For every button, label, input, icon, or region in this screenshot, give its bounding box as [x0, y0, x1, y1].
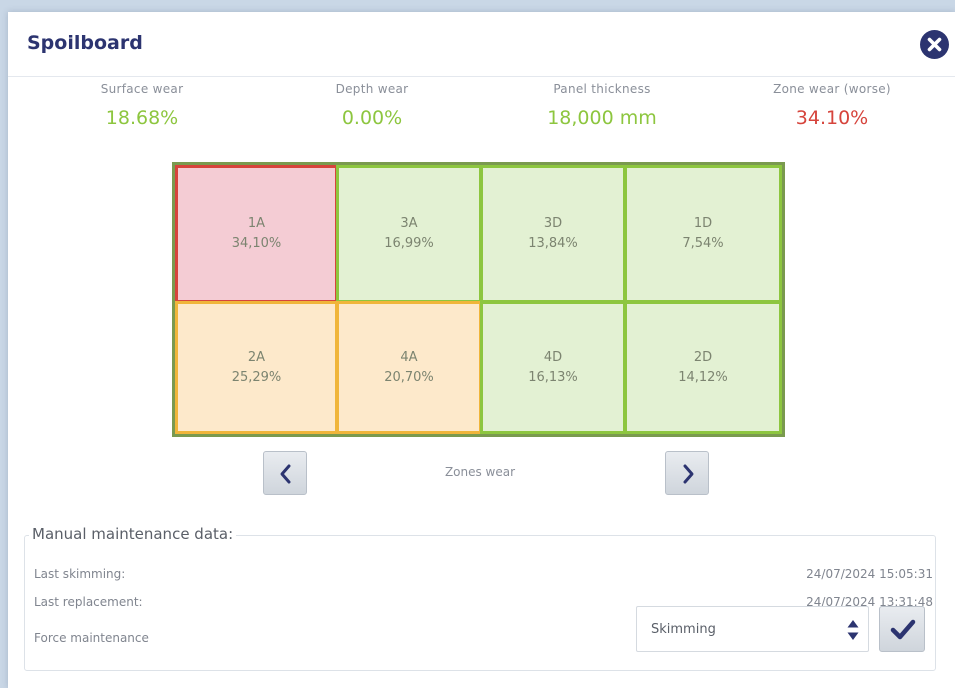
zone-name: 4D: [543, 349, 563, 365]
maintenance-title: Manual maintenance data:: [29, 525, 237, 543]
confirm-maintenance-button[interactable]: [879, 606, 925, 652]
metric-value: 18,000 mm: [547, 107, 657, 129]
metric-label: Zone wear (worse): [773, 82, 891, 96]
zone-name: 2A: [247, 349, 266, 365]
zone-name: 1D: [693, 216, 713, 231]
zone-name: 1A: [247, 216, 266, 231]
dialog-title: Spoilboard: [27, 32, 143, 54]
metric-label: Panel thickness: [553, 82, 651, 96]
metric-label: Surface wear: [100, 82, 184, 96]
dialog-header: Spoilboard: [8, 12, 955, 77]
next-zone-button[interactable]: [665, 451, 709, 495]
zone-name: 3D: [543, 216, 563, 231]
zone-wear: 20,70%: [384, 369, 434, 385]
chevron-left-icon: [280, 464, 291, 484]
last-skimming-value: 24/07/2024 15:05:31: [806, 567, 933, 581]
zone-wear: 7,54%: [682, 236, 724, 251]
zones-caption: Zones wear: [444, 465, 516, 479]
metric-value: 18.68%: [105, 107, 179, 129]
zone-wear: 16,99%: [384, 236, 434, 251]
metric-depth-wear: Depth wear 0.00%: [272, 82, 472, 129]
last-skimming-label: Last skimming:: [34, 567, 126, 581]
sort-arrows-icon: [847, 620, 859, 640]
maintenance-type-value: Skimming: [651, 622, 716, 637]
zone-name: 4A: [400, 349, 418, 365]
zone-3d[interactable]: 3D 13,84%: [480, 165, 626, 303]
zone-2d[interactable]: 2D 14,12%: [624, 301, 782, 434]
metric-zone-wear-worse: Zone wear (worse) 34.10%: [732, 82, 932, 129]
maintenance-type-select[interactable]: Skimming: [636, 606, 869, 652]
close-icon: [927, 37, 942, 52]
zone-wear: 25,29%: [231, 369, 282, 385]
zone-wear: 16,13%: [528, 369, 578, 385]
zone-wear: 13,84%: [528, 236, 578, 251]
metric-label: Depth wear: [335, 82, 409, 96]
zone-name: 3A: [400, 216, 418, 231]
zone-4a[interactable]: 4A 20,70%: [336, 301, 482, 434]
zone-1a[interactable]: 1A 34,10%: [175, 165, 338, 303]
metric-panel-thickness: Panel thickness 18,000 mm: [502, 82, 702, 129]
zone-3a[interactable]: 3A 16,99%: [336, 165, 482, 303]
previous-zone-button[interactable]: [263, 451, 307, 495]
force-maintenance-label: Force maintenance: [34, 631, 149, 645]
chevron-right-icon: [683, 464, 694, 484]
metric-value: 0.00%: [341, 107, 403, 129]
metric-surface-wear: Surface wear 18.68%: [42, 82, 242, 129]
zone-grid: 1A 34,10% 3A 16,99% 3D 13,84% 1D 7,54% 2…: [172, 162, 785, 437]
zone-name: 2D: [693, 349, 713, 365]
close-button[interactable]: [920, 30, 949, 59]
last-replacement-label: Last replacement:: [34, 595, 143, 609]
zone-1d[interactable]: 1D 7,54%: [624, 165, 782, 303]
zone-wear: 34,10%: [231, 236, 282, 251]
zone-2a[interactable]: 2A 25,29%: [175, 301, 338, 434]
checkmark-icon: [890, 619, 916, 640]
zone-wear: 14,12%: [678, 369, 728, 385]
zone-4d[interactable]: 4D 16,13%: [480, 301, 626, 434]
metric-value: 34.10%: [795, 107, 869, 129]
